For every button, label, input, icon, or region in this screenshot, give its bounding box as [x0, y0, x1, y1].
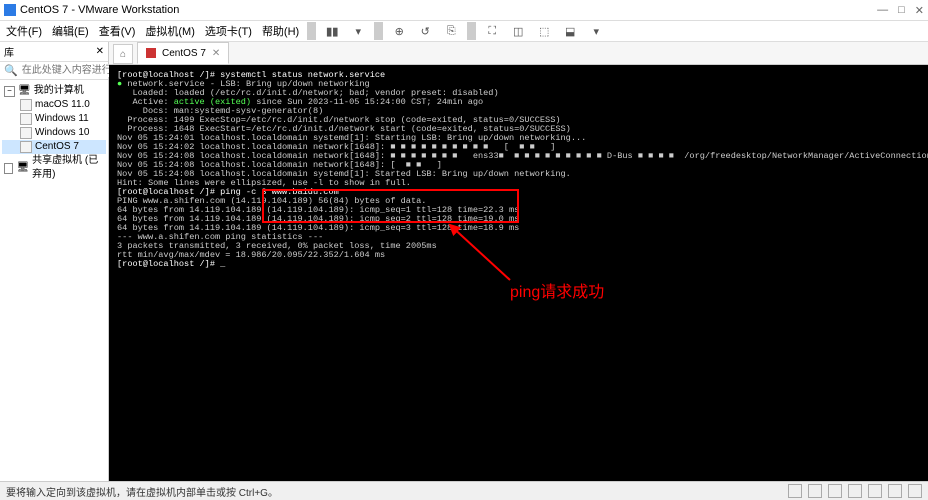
- menu-file[interactable]: 文件(F): [2, 21, 46, 41]
- device-icon[interactable]: [788, 484, 802, 498]
- folder-icon: 🖥: [16, 161, 29, 175]
- manage-icon[interactable]: ⎘: [439, 23, 463, 40]
- vm-icon: [20, 99, 32, 111]
- main-area: ⌂ CentOS 7 ✕ [root@localhost /]# systemc…: [109, 42, 928, 482]
- minimize-button[interactable]: —: [877, 4, 888, 16]
- menu-vm[interactable]: 虚拟机(M): [141, 21, 199, 41]
- device-icon[interactable]: [908, 484, 922, 498]
- tree-root-label: 我的计算机: [34, 84, 84, 98]
- folder-icon: 🖥: [18, 84, 31, 98]
- tree-item-macos[interactable]: macOS 11.0: [2, 98, 106, 112]
- app-icon: [4, 4, 16, 16]
- unity-icon[interactable]: ◫: [506, 23, 530, 40]
- device-icon[interactable]: [848, 484, 862, 498]
- vm-icon: [20, 141, 32, 153]
- sidebar-title: 库: [4, 44, 14, 59]
- tree-shared[interactable]: 🖥 共享虚拟机 (已弃用): [2, 154, 106, 182]
- console-icon[interactable]: ⬚: [532, 23, 556, 40]
- titlebar: CentOS 7 - VMware Workstation — □ ✕: [0, 0, 928, 21]
- tree-item-win11[interactable]: Windows 11: [2, 112, 106, 126]
- tree-item-label: macOS 11.0: [35, 98, 90, 112]
- vm-icon: [20, 113, 32, 125]
- statusbar: 要将输入定向到该虚拟机，请在虚拟机内部单击或按 Ctrl+G。: [0, 481, 928, 500]
- search-icon: 🔍: [4, 64, 18, 77]
- device-icon[interactable]: [868, 484, 882, 498]
- menubar: 文件(F) 编辑(E) 查看(V) 虚拟机(M) 选项卡(T) 帮助(H) ▮▮…: [0, 21, 928, 42]
- toolbar-dropdown-icon[interactable]: ▾: [346, 23, 370, 40]
- tree-item-label: Windows 10: [35, 126, 89, 140]
- separator: [374, 22, 383, 40]
- home-tab[interactable]: ⌂: [113, 44, 133, 64]
- tree-shared-label: 共享虚拟机 (已弃用): [32, 154, 106, 182]
- tab-vm-icon: [146, 48, 156, 58]
- fullscreen-icon[interactable]: ⛶: [480, 23, 504, 40]
- sidebar: 库 ✕ 🔍 ▼ − 🖥 我的计算机 macOS 11.0 Windows 11: [0, 42, 109, 482]
- menu-view[interactable]: 查看(V): [95, 21, 140, 41]
- tabbar: ⌂ CentOS 7 ✕: [109, 42, 928, 65]
- separator: [307, 22, 316, 40]
- vm-icon: [20, 127, 32, 139]
- device-icon[interactable]: [808, 484, 822, 498]
- tab-close-icon[interactable]: ✕: [212, 48, 220, 59]
- snapshot-icon[interactable]: ⊕: [387, 23, 411, 40]
- device-icon[interactable]: [888, 484, 902, 498]
- menu-edit[interactable]: 编辑(E): [48, 21, 93, 41]
- maximize-button[interactable]: □: [898, 4, 905, 16]
- terminal-line: [root@localhost /]# _: [117, 260, 928, 269]
- pause-icon[interactable]: ▮▮: [320, 23, 344, 40]
- home-icon: ⌂: [120, 49, 126, 60]
- stretch-icon[interactable]: ⬓: [558, 23, 582, 40]
- tree-item-label: Windows 11: [35, 112, 89, 126]
- close-button[interactable]: ✕: [915, 4, 924, 17]
- vm-tab[interactable]: CentOS 7 ✕: [137, 42, 229, 64]
- device-icon[interactable]: [828, 484, 842, 498]
- tab-label: CentOS 7: [162, 48, 206, 59]
- revert-icon[interactable]: ↺: [413, 23, 437, 40]
- status-text: 要将输入定向到该虚拟机，请在虚拟机内部单击或按 Ctrl+G。: [6, 484, 278, 499]
- sidebar-close-icon[interactable]: ✕: [96, 46, 104, 57]
- separator: [467, 22, 476, 40]
- collapse-icon[interactable]: −: [4, 86, 15, 97]
- tree-item-label: CentOS 7: [35, 140, 79, 154]
- terminal-line: rtt min/avg/max/mdev = 18.986/20.095/22.…: [117, 251, 928, 260]
- tree-root[interactable]: − 🖥 我的计算机: [2, 84, 106, 98]
- tree-item-centos[interactable]: CentOS 7: [2, 140, 106, 154]
- expand-icon[interactable]: [4, 163, 13, 174]
- sidebar-search[interactable]: 🔍 ▼: [0, 62, 108, 80]
- toolbar-more-icon[interactable]: ▾: [584, 23, 608, 40]
- menu-tabs[interactable]: 选项卡(T): [201, 21, 256, 41]
- window-title: CentOS 7 - VMware Workstation: [20, 4, 179, 16]
- vm-tree: − 🖥 我的计算机 macOS 11.0 Windows 11 Windows …: [0, 80, 108, 186]
- tree-item-win10[interactable]: Windows 10: [2, 126, 106, 140]
- menu-help[interactable]: 帮助(H): [258, 21, 303, 41]
- terminal[interactable]: [root@localhost /]# systemctl status net…: [109, 65, 928, 482]
